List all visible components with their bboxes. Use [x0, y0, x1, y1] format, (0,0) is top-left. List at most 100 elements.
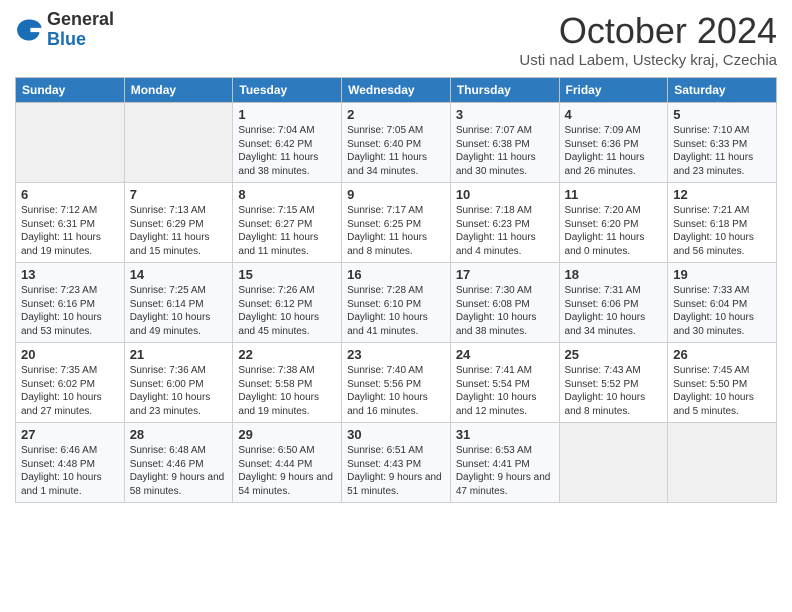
- calendar-cell: [16, 103, 125, 183]
- day-info: Sunrise: 7:40 AM Sunset: 5:56 PM Dayligh…: [347, 364, 445, 418]
- calendar-cell: 27 Sunrise: 6:46 AM Sunset: 4:48 PM Dayli…: [16, 423, 125, 503]
- calendar-cell: 8Sunrise: 7:15 AM Sunset: 6:27 PM Daylig…: [233, 183, 342, 263]
- day-number: 10: [456, 187, 554, 202]
- day-number: 5: [673, 107, 771, 122]
- day-info: Sunrise: 7:25 AM Sunset: 6:14 PM Dayligh…: [130, 284, 228, 338]
- calendar-cell: 6 Sunrise: 7:12 AM Sunset: 6:31 PM Daylig…: [16, 183, 125, 263]
- day-number: 1: [238, 107, 336, 122]
- day-info: Sunrise: 7:41 AM Sunset: 5:54 PM Dayligh…: [456, 364, 554, 418]
- calendar-cell: 19 Sunrise: 7:33 AM Sunset: 6:04 PM Dayli…: [668, 263, 777, 343]
- header-day-friday: Friday: [559, 78, 668, 103]
- calendar-cell: 12 Sunrise: 7:21 AM Sunset: 6:18 PM Dayli…: [668, 183, 777, 263]
- day-number: 4: [565, 107, 663, 122]
- calendar-week-5: 27 Sunrise: 6:46 AM Sunset: 4:48 PM Dayli…: [16, 423, 777, 503]
- day-info: Sunrise: 6:50 AM Sunset: 4:44 PM Dayligh…: [238, 444, 336, 498]
- calendar-cell: 4Sunrise: 7:09 AM Sunset: 6:36 PM Daylig…: [559, 103, 668, 183]
- calendar-header: SundayMondayTuesdayWednesdayThursdayFrid…: [16, 78, 777, 103]
- calendar-week-1: 1 Sunrise: 7:04 AM Sunset: 6:42 PM Daylig…: [16, 103, 777, 183]
- day-number: 14: [130, 267, 228, 282]
- day-number: 25: [565, 347, 663, 362]
- day-number: 12: [673, 187, 771, 202]
- day-number: 15: [238, 267, 336, 282]
- day-number: 27: [21, 427, 119, 442]
- logo-blue-text: Blue: [47, 29, 86, 49]
- calendar-cell: 5 Sunrise: 7:10 AM Sunset: 6:33 PM Daylig…: [668, 103, 777, 183]
- day-number: 19: [673, 267, 771, 282]
- calendar-cell: 16 Sunrise: 7:28 AM Sunset: 6:10 PM Dayli…: [342, 263, 451, 343]
- location-subtitle: Usti nad Labem, Ustecky kraj, Czechia: [519, 52, 777, 69]
- day-info: Sunrise: 7:45 AM Sunset: 5:50 PM Dayligh…: [673, 364, 771, 418]
- day-info: Sunrise: 7:10 AM Sunset: 6:33 PM Dayligh…: [673, 124, 771, 178]
- day-info: Sunrise: 7:38 AM Sunset: 5:58 PM Dayligh…: [238, 364, 336, 418]
- day-info: Sunrise: 7:43 AM Sunset: 5:52 PM Dayligh…: [565, 364, 663, 418]
- day-number: 20: [21, 347, 119, 362]
- calendar-cell: 15 Sunrise: 7:26 AM Sunset: 6:12 PM Dayli…: [233, 263, 342, 343]
- calendar-cell: 1 Sunrise: 7:04 AM Sunset: 6:42 PM Daylig…: [233, 103, 342, 183]
- calendar-cell: [668, 423, 777, 503]
- calendar-cell: 29 Sunrise: 6:50 AM Sunset: 4:44 PM Dayli…: [233, 423, 342, 503]
- calendar-cell: 30 Sunrise: 6:51 AM Sunset: 4:43 PM Dayli…: [342, 423, 451, 503]
- day-info: Sunrise: 7:12 AM Sunset: 6:31 PM Dayligh…: [21, 204, 119, 258]
- day-info: Sunrise: 7:28 AM Sunset: 6:10 PM Dayligh…: [347, 284, 445, 338]
- day-number: 23: [347, 347, 445, 362]
- calendar-cell: 14 Sunrise: 7:25 AM Sunset: 6:14 PM Dayli…: [124, 263, 233, 343]
- calendar-cell: 20Sunrise: 7:35 AM Sunset: 6:02 PM Dayli…: [16, 343, 125, 423]
- day-info: Sunrise: 7:15 AM Sunset: 6:27 PM Dayligh…: [238, 204, 336, 258]
- day-number: 3: [456, 107, 554, 122]
- month-title: October 2024: [519, 10, 777, 52]
- day-info: Sunrise: 6:51 AM Sunset: 4:43 PM Dayligh…: [347, 444, 445, 498]
- day-number: 6: [21, 187, 119, 202]
- day-info: Sunrise: 7:30 AM Sunset: 6:08 PM Dayligh…: [456, 284, 554, 338]
- calendar-cell: [124, 103, 233, 183]
- calendar-cell: [559, 423, 668, 503]
- day-info: Sunrise: 6:46 AM Sunset: 4:48 PM Dayligh…: [21, 444, 119, 498]
- calendar-cell: 24 Sunrise: 7:41 AM Sunset: 5:54 PM Dayli…: [450, 343, 559, 423]
- calendar-cell: 13 Sunrise: 7:23 AM Sunset: 6:16 PM Dayli…: [16, 263, 125, 343]
- day-info: Sunrise: 7:21 AM Sunset: 6:18 PM Dayligh…: [673, 204, 771, 258]
- day-number: 16: [347, 267, 445, 282]
- day-info: Sunrise: 7:13 AM Sunset: 6:29 PM Dayligh…: [130, 204, 228, 258]
- calendar-cell: 22 Sunrise: 7:38 AM Sunset: 5:58 PM Dayli…: [233, 343, 342, 423]
- day-number: 30: [347, 427, 445, 442]
- day-number: 24: [456, 347, 554, 362]
- day-info: Sunrise: 7:07 AM Sunset: 6:38 PM Dayligh…: [456, 124, 554, 178]
- page-header: General Blue October 2024 Usti nad Labem…: [15, 10, 777, 69]
- calendar-cell: 18 Sunrise: 7:31 AM Sunset: 6:06 PM Dayli…: [559, 263, 668, 343]
- calendar-week-4: 20Sunrise: 7:35 AM Sunset: 6:02 PM Dayli…: [16, 343, 777, 423]
- calendar-cell: 9Sunrise: 7:17 AM Sunset: 6:25 PM Daylig…: [342, 183, 451, 263]
- day-info: Sunrise: 6:48 AM Sunset: 4:46 PM Dayligh…: [130, 444, 228, 498]
- header-day-saturday: Saturday: [668, 78, 777, 103]
- logo-text: General Blue: [47, 10, 114, 50]
- day-info: Sunrise: 7:26 AM Sunset: 6:12 PM Dayligh…: [238, 284, 336, 338]
- calendar-week-3: 13 Sunrise: 7:23 AM Sunset: 6:16 PM Dayli…: [16, 263, 777, 343]
- day-info: Sunrise: 7:04 AM Sunset: 6:42 PM Dayligh…: [238, 124, 336, 178]
- header-day-thursday: Thursday: [450, 78, 559, 103]
- day-info: Sunrise: 7:33 AM Sunset: 6:04 PM Dayligh…: [673, 284, 771, 338]
- calendar-cell: 3 Sunrise: 7:07 AM Sunset: 6:38 PM Daylig…: [450, 103, 559, 183]
- logo: General Blue: [15, 10, 114, 50]
- calendar-cell: 28Sunrise: 6:48 AM Sunset: 4:46 PM Dayli…: [124, 423, 233, 503]
- calendar-table: SundayMondayTuesdayWednesdayThursdayFrid…: [15, 77, 777, 503]
- day-info: Sunrise: 7:31 AM Sunset: 6:06 PM Dayligh…: [565, 284, 663, 338]
- calendar-cell: 17Sunrise: 7:30 AM Sunset: 6:08 PM Dayli…: [450, 263, 559, 343]
- day-number: 18: [565, 267, 663, 282]
- calendar-week-2: 6 Sunrise: 7:12 AM Sunset: 6:31 PM Daylig…: [16, 183, 777, 263]
- day-number: 7: [130, 187, 228, 202]
- calendar-cell: 11 Sunrise: 7:20 AM Sunset: 6:20 PM Dayli…: [559, 183, 668, 263]
- day-number: 22: [238, 347, 336, 362]
- day-number: 29: [238, 427, 336, 442]
- day-info: Sunrise: 7:36 AM Sunset: 6:00 PM Dayligh…: [130, 364, 228, 418]
- day-number: 21: [130, 347, 228, 362]
- calendar-cell: 7 Sunrise: 7:13 AM Sunset: 6:29 PM Daylig…: [124, 183, 233, 263]
- day-info: Sunrise: 7:23 AM Sunset: 6:16 PM Dayligh…: [21, 284, 119, 338]
- day-info: Sunrise: 7:17 AM Sunset: 6:25 PM Dayligh…: [347, 204, 445, 258]
- calendar-cell: 31Sunrise: 6:53 AM Sunset: 4:41 PM Dayli…: [450, 423, 559, 503]
- day-number: 13: [21, 267, 119, 282]
- calendar-cell: 2Sunrise: 7:05 AM Sunset: 6:40 PM Daylig…: [342, 103, 451, 183]
- calendar-body: 1 Sunrise: 7:04 AM Sunset: 6:42 PM Daylig…: [16, 103, 777, 503]
- calendar-cell: 25 Sunrise: 7:43 AM Sunset: 5:52 PM Dayli…: [559, 343, 668, 423]
- header-day-monday: Monday: [124, 78, 233, 103]
- day-info: Sunrise: 7:20 AM Sunset: 6:20 PM Dayligh…: [565, 204, 663, 258]
- day-number: 11: [565, 187, 663, 202]
- header-day-tuesday: Tuesday: [233, 78, 342, 103]
